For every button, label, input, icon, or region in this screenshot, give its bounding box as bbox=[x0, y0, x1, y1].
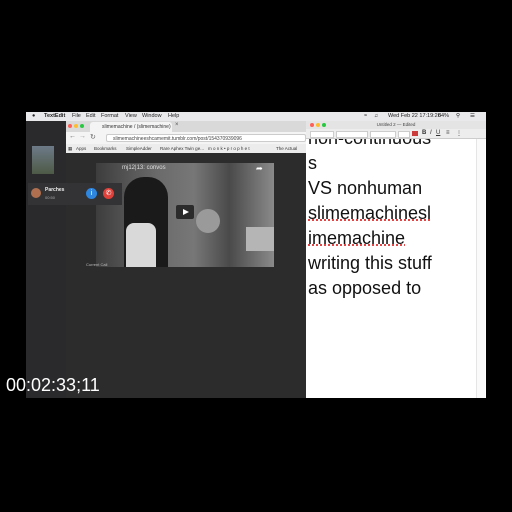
align-left-icon[interactable]: ≡ bbox=[446, 130, 450, 136]
timecode-overlay: 00:02:33;11 bbox=[6, 375, 100, 395]
laptop-shape bbox=[246, 227, 274, 251]
wifi-icon[interactable]: ≈ bbox=[364, 112, 367, 121]
app-menu[interactable]: TextEdit bbox=[44, 112, 65, 121]
bookmark-monk-prophet[interactable]: m o n k • p r o p h e t bbox=[208, 144, 250, 153]
reload-icon[interactable]: ↻ bbox=[90, 133, 96, 141]
video-player[interactable]: mj12|13: convos ➦ bbox=[96, 163, 274, 267]
text-line: writing this stuff bbox=[308, 253, 432, 273]
share-icon[interactable]: ➦ bbox=[256, 164, 263, 173]
text-line: s bbox=[308, 153, 317, 173]
text-color-swatch[interactable] bbox=[412, 131, 418, 136]
url-field[interactable]: slimemachineeshcamemit.tumblr.com/post/1… bbox=[106, 134, 306, 142]
post-title: mj12|13: convos bbox=[122, 165, 166, 171]
menu-edit[interactable]: Edit bbox=[86, 112, 95, 121]
bookmark-actual[interactable]: The Actual bbox=[276, 144, 297, 153]
call-panel bbox=[26, 121, 66, 398]
avatar bbox=[31, 188, 41, 198]
menu-view[interactable]: View bbox=[125, 112, 137, 121]
font-family-select[interactable] bbox=[336, 131, 368, 138]
text-line: non-continuous bbox=[308, 139, 431, 151]
volume-icon[interactable]: ♫ bbox=[374, 112, 378, 121]
menu-format[interactable]: Format bbox=[101, 112, 118, 121]
screen-recording: ● TextEdit File Edit Format View Window … bbox=[26, 112, 486, 398]
underline-icon[interactable]: U bbox=[436, 130, 440, 136]
text-line-misspelled: imemachine bbox=[308, 228, 406, 248]
close-tab-icon[interactable]: × bbox=[175, 122, 179, 128]
second-person-head bbox=[196, 209, 220, 233]
list-icon[interactable]: ⋮ bbox=[456, 130, 462, 137]
menu-window[interactable]: Window bbox=[142, 112, 162, 121]
bookmark-simpleadder[interactable]: SimpleAdder bbox=[126, 144, 152, 153]
menu-bar: ● TextEdit File Edit Format View Window … bbox=[26, 112, 486, 121]
shirt-shape bbox=[126, 223, 156, 267]
call-card: Parches 00:50 i ✆ bbox=[28, 183, 122, 205]
forward-icon[interactable]: → bbox=[79, 133, 86, 140]
document-text[interactable]: non-continuous s VS nonhuman slimemachin… bbox=[306, 139, 474, 398]
menu-file[interactable]: File bbox=[72, 112, 81, 121]
text-line: as opposed to bbox=[308, 278, 422, 298]
end-call-button[interactable]: ✆ bbox=[103, 188, 114, 199]
notification-center-icon[interactable]: ☰ bbox=[470, 112, 475, 121]
text-line: VS nonhuman bbox=[308, 178, 423, 198]
info-button[interactable]: i bbox=[86, 188, 97, 199]
bookmark-bookmarks[interactable]: Bookmarks bbox=[94, 144, 117, 153]
textedit-minimize-button[interactable] bbox=[316, 123, 320, 127]
textedit-close-button[interactable] bbox=[310, 123, 314, 127]
zoom-window-button[interactable] bbox=[80, 124, 84, 128]
menu-help[interactable]: Help bbox=[168, 112, 179, 121]
font-style-select[interactable] bbox=[370, 131, 396, 138]
call-status: Current Call bbox=[86, 262, 108, 267]
scrollbar[interactable] bbox=[476, 139, 485, 398]
font-size-select[interactable] bbox=[398, 131, 410, 138]
bold-icon[interactable]: B bbox=[422, 130, 426, 136]
minimize-window-button[interactable] bbox=[74, 124, 78, 128]
caller-video bbox=[32, 146, 54, 174]
menubar-clock[interactable]: Wed Feb 22 17:19:26 bbox=[388, 112, 441, 121]
bookmark-apps[interactable]: Apps bbox=[76, 144, 86, 153]
italic-icon[interactable]: I bbox=[430, 130, 432, 136]
browser-tab[interactable]: slimemachine / (slimemachine) bbox=[90, 122, 172, 132]
apps-icon[interactable]: ▦ bbox=[68, 144, 72, 153]
format-toolbar: B I U ≡ ⋮ bbox=[306, 129, 486, 139]
caller-name: Parches bbox=[45, 187, 65, 193]
back-icon[interactable]: ← bbox=[69, 133, 76, 140]
play-button[interactable] bbox=[176, 205, 194, 219]
close-window-button[interactable] bbox=[68, 124, 72, 128]
textedit-zoom-button[interactable] bbox=[322, 123, 326, 127]
battery-level[interactable]: 84% bbox=[438, 112, 449, 121]
spotlight-icon[interactable]: ⚲ bbox=[456, 112, 460, 121]
text-line-misspelled: slimemachinesl bbox=[308, 203, 432, 223]
textedit-window: Untitled 2 — Edited B I U ≡ ⋮ non-contin… bbox=[306, 121, 486, 398]
apple-icon[interactable]: ● bbox=[32, 112, 35, 121]
call-duration: 00:50 bbox=[45, 195, 56, 200]
paragraph-style-select[interactable] bbox=[310, 131, 334, 138]
textedit-title: Untitled 2 — Edited bbox=[306, 121, 486, 129]
bookmark-aphex[interactable]: Rare Aphex Twin ge... bbox=[160, 144, 204, 153]
